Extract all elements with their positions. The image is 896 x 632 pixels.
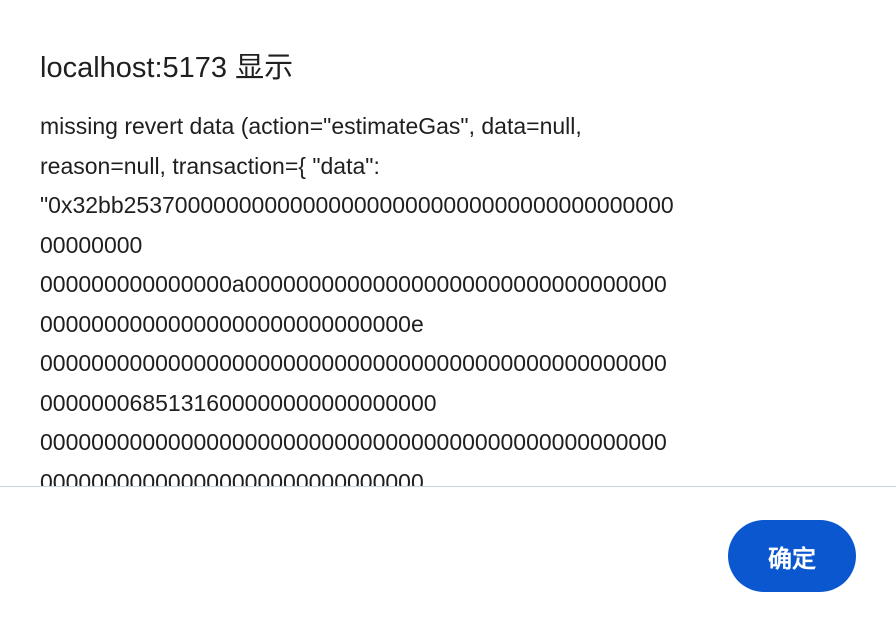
alert-dialog: localhost:5173 显示 missing revert data (a… bbox=[0, 0, 896, 632]
dialog-message: missing revert data (action="estimateGas… bbox=[40, 113, 674, 486]
message-scroll-area[interactable]: missing revert data (action="estimateGas… bbox=[40, 106, 860, 486]
dialog-divider bbox=[0, 486, 896, 487]
ok-button[interactable]: 确定 bbox=[728, 520, 856, 592]
dialog-title: localhost:5173 显示 bbox=[40, 52, 294, 84]
